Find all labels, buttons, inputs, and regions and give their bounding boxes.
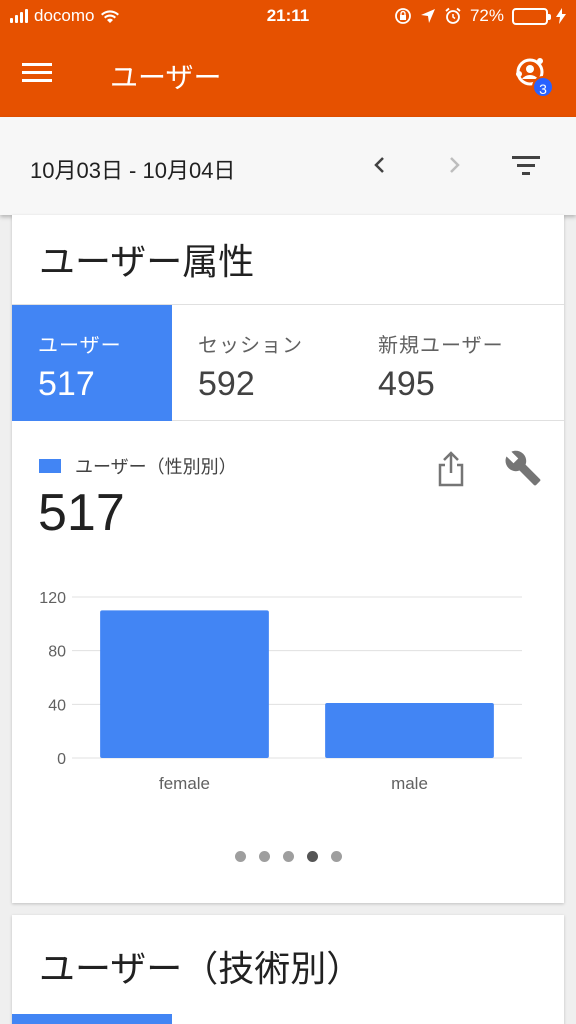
date-range-label[interactable]: 10月03日 - 10月04日 bbox=[30, 153, 235, 185]
app-bar: ユーザー 3 bbox=[0, 34, 576, 117]
share-icon bbox=[438, 451, 464, 487]
tab-new-users[interactable]: 新規ユーザー 495 bbox=[352, 305, 564, 421]
battery-percent: 72% bbox=[469, 6, 504, 25]
rotation-lock-icon bbox=[395, 8, 411, 24]
menu-button[interactable] bbox=[22, 58, 62, 94]
page-dot[interactable] bbox=[306, 851, 318, 862]
y-tick-label: 0 bbox=[57, 751, 66, 768]
metric-tabs: ユーザー 517 セッション 592 新規ユーザー 495 bbox=[12, 304, 564, 421]
tab-value: 517 bbox=[38, 365, 95, 403]
previous-period-button[interactable] bbox=[362, 147, 398, 183]
y-tick-label: 40 bbox=[48, 697, 66, 714]
chevron-left-icon bbox=[374, 157, 384, 173]
tab-label: ユーザー bbox=[38, 335, 122, 357]
tab-value: 592 bbox=[198, 365, 255, 403]
tab-users[interactable]: ユーザー 517 bbox=[12, 305, 172, 421]
charging-icon bbox=[556, 8, 566, 24]
accounts-button[interactable]: 3 bbox=[510, 52, 554, 100]
x-tick-label: male bbox=[391, 774, 428, 793]
chevron-right-icon bbox=[450, 157, 460, 173]
page-dot[interactable] bbox=[234, 851, 246, 862]
card-title: ユーザー（技術別） bbox=[39, 948, 363, 989]
status-right: 72% bbox=[394, 6, 566, 26]
legend-swatch bbox=[39, 459, 61, 473]
users-by-technology-card: ユーザー（技術別） bbox=[12, 915, 564, 1024]
metric-total: 517 bbox=[38, 484, 125, 542]
page-indicator bbox=[12, 851, 564, 862]
page-dot[interactable] bbox=[282, 851, 294, 862]
next-period-button[interactable] bbox=[436, 147, 472, 183]
page-dot[interactable] bbox=[330, 851, 342, 862]
date-range-bar: 10月03日 - 10月04日 bbox=[0, 117, 576, 215]
app-header: docomo 21:11 72% ユーザー 3 bbox=[0, 0, 576, 117]
y-tick-label: 80 bbox=[48, 644, 66, 661]
legend-label: ユーザー（性別別） bbox=[75, 457, 237, 477]
tab-label: 新規ユーザー bbox=[378, 335, 504, 357]
location-icon bbox=[420, 9, 435, 23]
filter-button[interactable] bbox=[508, 147, 544, 183]
chart-legend: ユーザー（性別別） bbox=[39, 453, 237, 479]
card-title: ユーザー属性 bbox=[39, 241, 255, 282]
active-tab-indicator bbox=[12, 1014, 172, 1024]
user-attributes-card: ユーザー属性 ユーザー 517 セッション 592 新規ユーザー 495 ユーザ… bbox=[12, 215, 564, 903]
settings-button[interactable] bbox=[504, 449, 544, 489]
bar-female bbox=[100, 610, 269, 758]
tab-label: セッション bbox=[198, 335, 303, 357]
page-dot[interactable] bbox=[258, 851, 270, 862]
y-tick-label: 120 bbox=[39, 590, 66, 607]
hamburger-icon bbox=[22, 63, 62, 82]
wrench-icon bbox=[505, 450, 541, 486]
x-tick-label: female bbox=[159, 774, 210, 793]
tab-sessions[interactable]: セッション 592 bbox=[172, 305, 352, 421]
page-title: ユーザー bbox=[110, 62, 222, 93]
gender-bar-chart: 0 40 80 120 female male bbox=[39, 590, 522, 793]
status-bar: docomo 21:11 72% bbox=[0, 0, 576, 34]
bar-male bbox=[325, 702, 494, 758]
filter-icon bbox=[512, 156, 540, 175]
share-button[interactable] bbox=[436, 451, 472, 491]
tab-value: 495 bbox=[378, 365, 435, 403]
battery-icon bbox=[512, 7, 551, 25]
alarm-icon bbox=[445, 7, 461, 24]
notification-badge: 3 bbox=[532, 76, 554, 98]
